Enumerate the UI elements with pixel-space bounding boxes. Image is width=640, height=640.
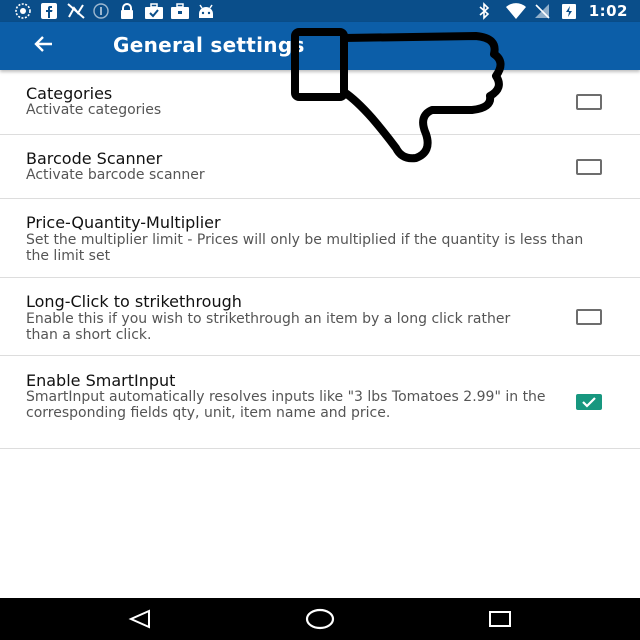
status-bar-notifications — [14, 2, 214, 20]
no-sim-icon — [533, 2, 551, 20]
status-bar: 1:02 — [0, 0, 640, 22]
arrow-left-icon — [32, 32, 56, 60]
navigation-bar — [0, 598, 640, 640]
smartinput-checkbox[interactable] — [576, 394, 602, 410]
barcode-scanner-checkbox[interactable] — [576, 159, 602, 175]
android-icon — [196, 2, 214, 20]
setting-price-quantity-multiplier[interactable]: Price-Quantity-Multiplier Set the multip… — [0, 199, 640, 278]
bluetooth-icon — [477, 2, 495, 20]
nav-home-button[interactable] — [290, 598, 350, 640]
setting-barcode-scanner[interactable]: Barcode Scanner Activate barcode scanner — [0, 135, 640, 199]
setting-title: Enable SmartInput — [26, 371, 176, 390]
setting-subtitle: Activate categories — [26, 102, 162, 118]
setting-title: Barcode Scanner — [26, 149, 163, 168]
nav-recents-button[interactable] — [470, 598, 530, 640]
lock-icon — [118, 2, 136, 20]
battery-charging-icon — [561, 2, 579, 20]
home-circle-icon — [305, 608, 335, 630]
setting-subtitle: Activate barcode scanner — [26, 167, 205, 183]
briefcase-icon — [170, 2, 189, 20]
back-button[interactable] — [22, 22, 66, 70]
setting-enable-smartinput[interactable]: Enable SmartInput SmartInput automatical… — [0, 356, 640, 449]
status-time: 1:02 — [588, 2, 628, 20]
setting-subtitle: Enable this if you wish to strikethrough… — [26, 311, 511, 343]
no-signal-icon — [66, 2, 85, 20]
info-icon — [92, 2, 110, 20]
back-triangle-icon — [128, 609, 150, 629]
categories-checkbox[interactable] — [576, 94, 602, 110]
recents-square-icon — [489, 611, 511, 627]
setting-title: Long-Click to strikethrough — [26, 292, 242, 311]
settings-list: Categories Activate categories Barcode S… — [0, 70, 640, 449]
page-title: General settings — [113, 33, 305, 57]
setting-categories[interactable]: Categories Activate categories — [0, 70, 640, 135]
wifi-icon — [505, 2, 526, 20]
sync-icon — [14, 2, 32, 20]
setting-title: Price-Quantity-Multiplier — [26, 213, 221, 232]
facebook-icon — [40, 2, 58, 20]
long-click-checkbox[interactable] — [576, 309, 602, 325]
briefcase-check-icon — [144, 2, 163, 20]
status-bar-system: 1:02 — [477, 2, 628, 20]
setting-title: Categories — [26, 84, 113, 103]
setting-subtitle: SmartInput automatically resolves inputs… — [26, 389, 546, 421]
check-icon — [582, 397, 596, 408]
nav-back-button[interactable] — [110, 598, 170, 640]
app-toolbar: General settings — [0, 22, 640, 70]
setting-long-click-strikethrough[interactable]: Long-Click to strikethrough Enable this … — [0, 278, 640, 356]
setting-subtitle: Set the multiplier limit - Prices will o… — [26, 232, 584, 264]
